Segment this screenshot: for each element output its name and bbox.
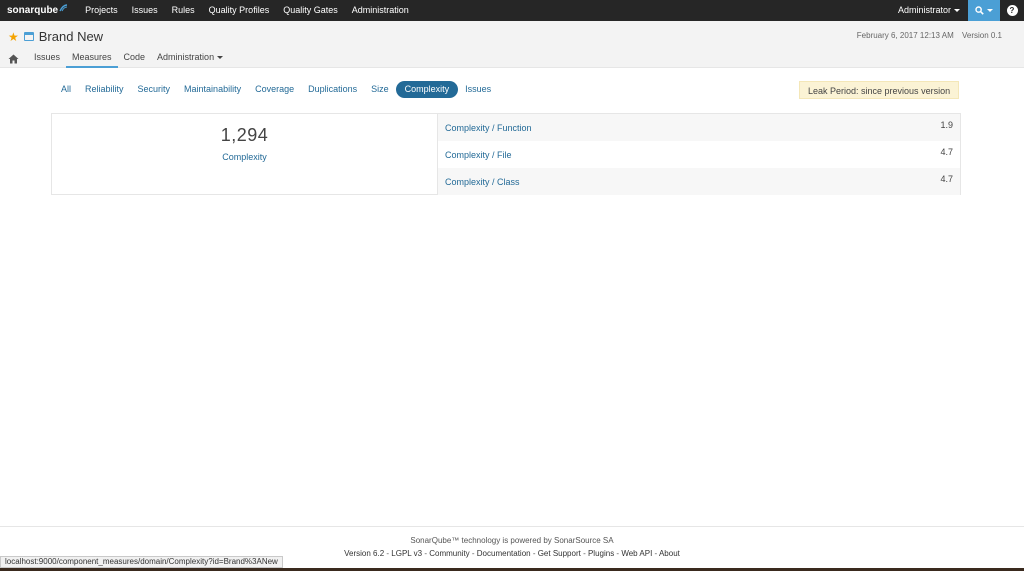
domain-tabs: All Reliability Security Maintainability… [54,81,498,98]
footer-link-license[interactable]: LGPL v3 [391,549,422,558]
project-name[interactable]: Brand New [39,29,103,44]
leak-period-badge: Leak Period: since previous version [799,81,960,99]
project-title-row: ★ Brand New [8,29,103,44]
project-header: ★ Brand New February 6, 2017 12:13 AM Ve… [0,21,1024,68]
browser-status-url: localhost:9000/component_measures/domain… [0,556,283,568]
project-nav: Issues Measures Code Administration [8,50,229,68]
nav-rules[interactable]: Rules [165,0,202,21]
measure-row: Complexity / Class 4.7 [438,168,960,195]
footer-link-plugins[interactable]: Plugins [588,549,614,558]
footer-link-about[interactable]: About [659,549,680,558]
tab-code[interactable]: Code [118,50,152,68]
domain-tab-complexity[interactable]: Complexity [395,81,459,98]
footer-version: Version 6.2 [344,549,385,558]
domain-tab-reliability[interactable]: Reliability [78,81,131,98]
chevron-down-icon [217,56,224,60]
domain-tab-size[interactable]: Size [364,81,396,98]
measure-row: Complexity / Function 1.9 [438,114,960,141]
nav-administration[interactable]: Administration [345,0,416,21]
help-button[interactable]: ? [1000,0,1024,21]
measure-row-value: 1.9 [940,119,953,130]
measure-row: Complexity / File 4.7 [438,141,960,168]
tab-administration-label: Administration [157,52,215,62]
tab-measures[interactable]: Measures [66,50,118,68]
measure-row-value: 4.7 [940,173,953,184]
domain-tab-duplications[interactable]: Duplications [301,81,364,98]
tab-issues[interactable]: Issues [28,50,66,68]
search-icon [975,6,984,15]
main-measure: 1,294 Complexity [52,114,437,194]
chevron-down-icon [987,9,993,12]
measure-row-label[interactable]: Complexity / File [445,150,512,160]
nav-quality-gates[interactable]: Quality Gates [276,0,345,21]
nav-projects[interactable]: Projects [78,0,125,21]
user-menu[interactable]: Administrator [890,0,968,21]
project-icon [23,32,34,41]
search-button[interactable] [968,0,1000,21]
project-meta: February 6, 2017 12:13 AM Version 0.1 [857,31,1002,40]
main-measure-value[interactable]: 1,294 [52,125,437,146]
chevron-down-icon [954,9,960,13]
home-icon[interactable] [8,50,20,68]
logo-text: sonarqube [7,5,59,16]
domain-tab-coverage[interactable]: Coverage [248,81,301,98]
nav-issues[interactable]: Issues [125,0,165,21]
sonarqube-logo[interactable]: sonarqube [0,0,78,21]
footer-link-web-api[interactable]: Web API [621,549,652,558]
domain-tab-all[interactable]: All [54,81,78,98]
measure-row-label[interactable]: Complexity / Class [445,177,520,187]
domain-tab-security[interactable]: Security [131,81,178,98]
user-menu-label: Administrator [897,5,951,15]
favorite-star-icon[interactable]: ★ [8,31,19,43]
topbar-right: Administrator ? [890,0,1024,21]
footer-powered-by: SonarQube™ technology is powered by Sona… [410,536,614,545]
tab-administration[interactable]: Administration [151,50,229,68]
home-icon-svg [8,54,19,64]
measures-panel: 1,294 Complexity Complexity / Function 1… [51,113,961,195]
measure-list: Complexity / Function 1.9 Complexity / F… [437,114,960,195]
project-version: Version 0.1 [961,31,1002,40]
measure-row-label[interactable]: Complexity / Function [445,123,532,133]
domain-tab-issues[interactable]: Issues [458,81,498,98]
footer-link-documentation[interactable]: Documentation [477,549,531,558]
top-navbar: sonarqube Projects Issues Rules Quality … [0,0,1024,21]
nav-quality-profiles[interactable]: Quality Profiles [202,0,277,21]
main-measure-label[interactable]: Complexity [52,152,437,162]
domain-tab-maintainability[interactable]: Maintainability [177,81,248,98]
measure-row-value: 4.7 [940,146,953,157]
analysis-date: February 6, 2017 12:13 AM [856,31,954,40]
footer-link-support[interactable]: Get Support [538,549,581,558]
logo-arc-icon [59,3,68,11]
footer-link-community[interactable]: Community [429,549,469,558]
help-icon: ? [1006,5,1018,16]
